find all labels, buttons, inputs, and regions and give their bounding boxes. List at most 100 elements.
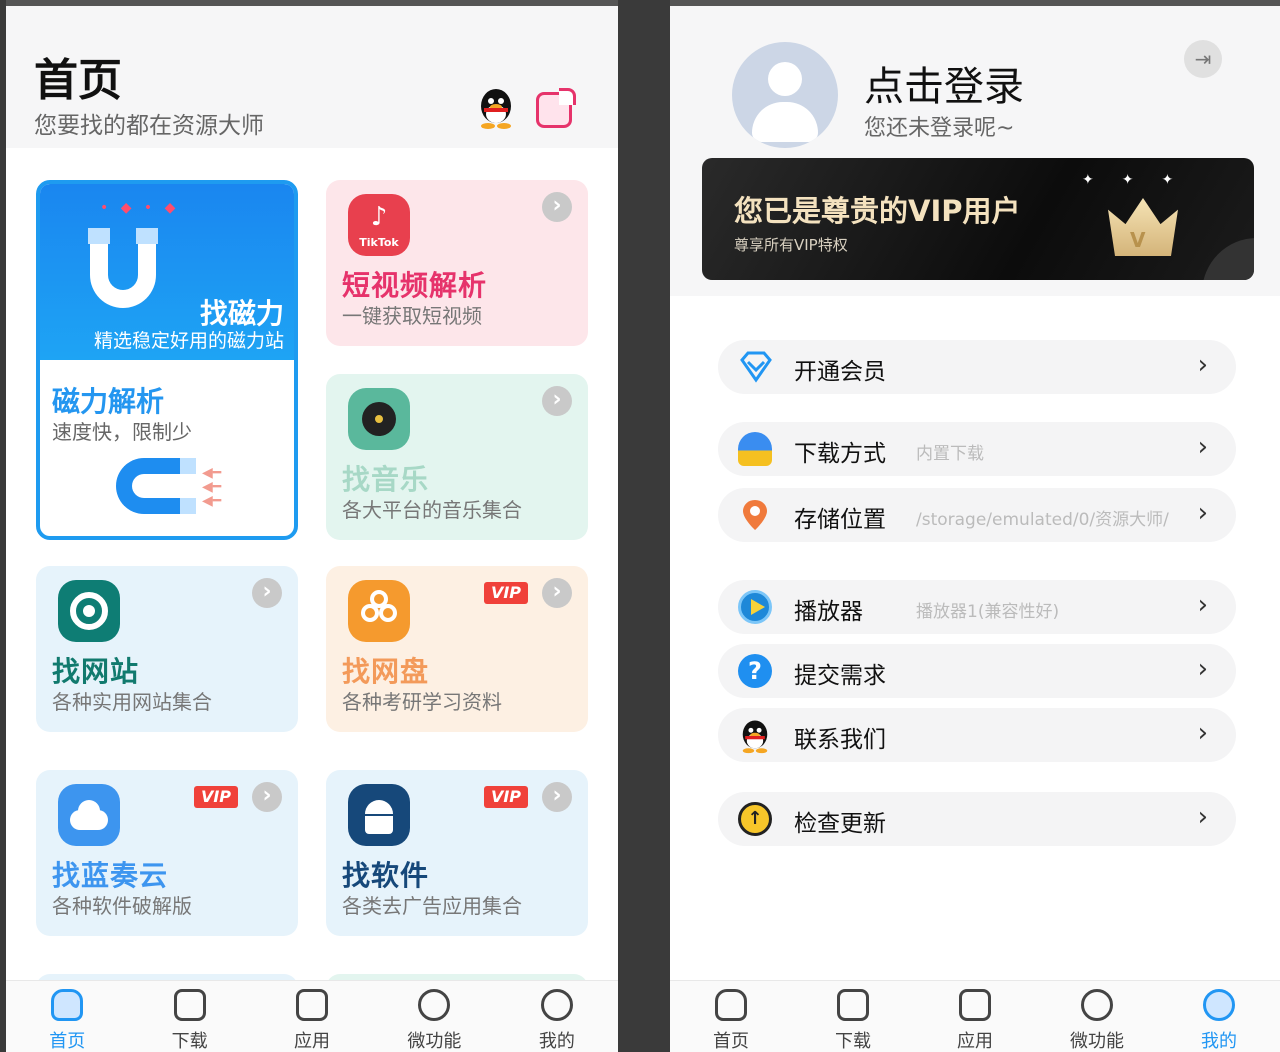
tiktok-icon: ♪ TikTok [348,194,410,256]
tab-apps[interactable]: 应用 [251,981,373,1052]
tab-mine[interactable]: 我的 [1158,981,1280,1052]
login-subtitle: 您还未登录呢~ [864,116,1015,141]
menu-item-download-method[interactable]: 下载方式 内置下载 › [718,422,1236,476]
menu-item-open-membership[interactable]: 开通会员 › [718,340,1236,394]
magnet-attract-icon [116,458,180,514]
share-icon[interactable] [536,88,576,128]
chevron-right-icon: › [1197,718,1208,748]
home-icon [715,989,747,1021]
menu-label: 播放器 [794,599,863,625]
card-desc: 各种实用网站集合 [52,690,212,714]
tab-label: 微功能 [1070,1031,1124,1052]
chevron-right-icon: › [1197,802,1208,832]
tab-label: 微功能 [407,1031,462,1052]
chevron-right-icon: › [1197,432,1208,462]
sparkle-icon: ✦✦✦ [1082,172,1202,188]
menu-label: 存储位置 [794,507,886,533]
login-title[interactable]: 点击登录 [864,54,1024,112]
magnet-parse-title: 磁力解析 [52,385,165,418]
avatar[interactable] [732,42,838,148]
home-icon [51,989,84,1021]
attract-arrows-icon: ◀━ ◀━ ◀━ [202,465,222,509]
menu-item-submit-request[interactable]: ? 提交需求 › [718,644,1236,698]
card-find-lanzou[interactable]: VIP › 找蓝奏云 各种软件破解版 [36,770,298,936]
browser-icon [58,580,120,642]
page-subtitle: 您要找的都在资源大师 [34,113,264,139]
card-title: 找网站 [52,655,140,688]
menu-label: 提交需求 [794,663,886,689]
card-title: 找网盘 [342,655,430,688]
download-icon [837,989,869,1021]
vip-banner-subtitle: 尊享所有VIP特权 [734,236,848,254]
vip-badge: VIP [194,786,238,808]
bag-icon [296,989,329,1021]
page-title: 首页 [34,55,122,106]
menu-value: /storage/emulated/0/资源大师/ [916,510,1169,530]
tab-download[interactable]: 下载 [792,981,914,1052]
tab-label: 下载 [835,1031,871,1052]
location-pin-icon [738,498,772,532]
tab-mine[interactable]: 我的 [496,981,618,1052]
card-find-music[interactable]: › 找音乐 各大平台的音乐集合 [326,374,588,540]
bottom-tabbar: 首页 下载 应用 微功能 我的 [670,980,1280,1052]
sparkle-icon: • ◆ • ◆ [100,200,180,216]
card-find-magnet[interactable]: • ◆ • ◆ 找磁力 精选稳定好用的磁力站 磁力解析 速度快，限制少 ◀━ ◀━… [36,180,298,540]
update-arrow-icon: ↑ [738,802,772,836]
tab-apps[interactable]: 应用 [914,981,1036,1052]
vip-banner-title: 您已是尊贵的VIP用户 [734,194,1021,228]
avatar-head [768,62,802,96]
chevron-right-icon: › [252,578,282,608]
card-desc: 一键获取短视频 [342,304,482,328]
logout-icon[interactable]: ⇥ [1184,40,1222,78]
cloud-disk-icon [348,580,410,642]
menu-item-storage-location[interactable]: 存储位置 /storage/emulated/0/资源大师/ › [718,488,1236,542]
download-cloud-icon [738,432,772,466]
cloud-icon [58,784,120,846]
menu-value: 内置下载 [916,444,984,464]
menu-label: 下载方式 [794,441,886,467]
magnet-card-top: • ◆ • ◆ 找磁力 精选稳定好用的磁力站 [40,184,294,360]
menu-label: 开通会员 [794,359,886,385]
tab-home[interactable]: 首页 [670,981,792,1052]
avatar-body [752,102,818,142]
vip-banner[interactable]: 您已是尊贵的VIP用户 尊享所有VIP特权 ✦✦✦ V [702,158,1254,280]
menu-value: 播放器1(兼容性好) [916,602,1060,622]
tab-home[interactable]: 首页 [6,981,128,1052]
vip-badge: VIP [484,582,528,604]
menu-label: 检查更新 [794,811,886,837]
tab-label: 我的 [1201,1031,1237,1052]
chevron-right-icon: › [542,578,572,608]
card-title: 找软件 [342,859,430,892]
card-desc: 各大平台的音乐集合 [342,498,522,522]
tab-micro-features[interactable]: 微功能 [373,981,495,1052]
bottom-tabbar: 首页 下载 应用 微功能 我的 [6,980,618,1052]
bag-icon [959,989,991,1021]
chevron-right-icon: › [252,782,282,812]
menu-item-player[interactable]: 播放器 播放器1(兼容性好) › [718,580,1236,634]
crown-v-icon: V [1130,228,1146,252]
chevron-right-icon: › [1197,498,1208,528]
menu-item-check-update[interactable]: ↑ 检查更新 › [718,792,1236,846]
vip-badge: VIP [484,786,528,808]
tab-label: 应用 [294,1031,331,1052]
chevron-right-icon: › [1197,590,1208,620]
music-disc-icon [348,388,410,450]
card-find-netdisk[interactable]: VIP › 找网盘 各种考研学习资料 [326,566,588,732]
qq-icon [738,718,772,754]
tab-micro-features[interactable]: 微功能 [1036,981,1158,1052]
card-title: 短视频解析 [342,269,488,302]
menu-item-contact-us[interactable]: 联系我们 › [718,708,1236,762]
home-header: 首页 您要找的都在资源大师 [6,6,618,148]
tab-download[interactable]: 下载 [128,981,250,1052]
card-short-video[interactable]: ♪ TikTok › 短视频解析 一键获取短视频 [326,180,588,346]
tab-label: 我的 [538,1031,575,1052]
magnet-tip [136,228,158,244]
magnet-tip [88,228,110,244]
card-find-website[interactable]: › 找网站 各种实用网站集合 [36,566,298,732]
chevron-right-icon: › [542,386,572,416]
mine-screen: 点击登录 您还未登录呢~ ⇥ 您已是尊贵的VIP用户 尊享所有VIP特权 ✦✦✦… [670,0,1280,1052]
magnet-card-desc: 精选稳定好用的磁力站 [93,330,284,352]
card-find-software[interactable]: VIP › 找软件 各类去广告应用集合 [326,770,588,936]
question-icon: ? [738,654,772,688]
qq-icon[interactable] [476,86,516,130]
